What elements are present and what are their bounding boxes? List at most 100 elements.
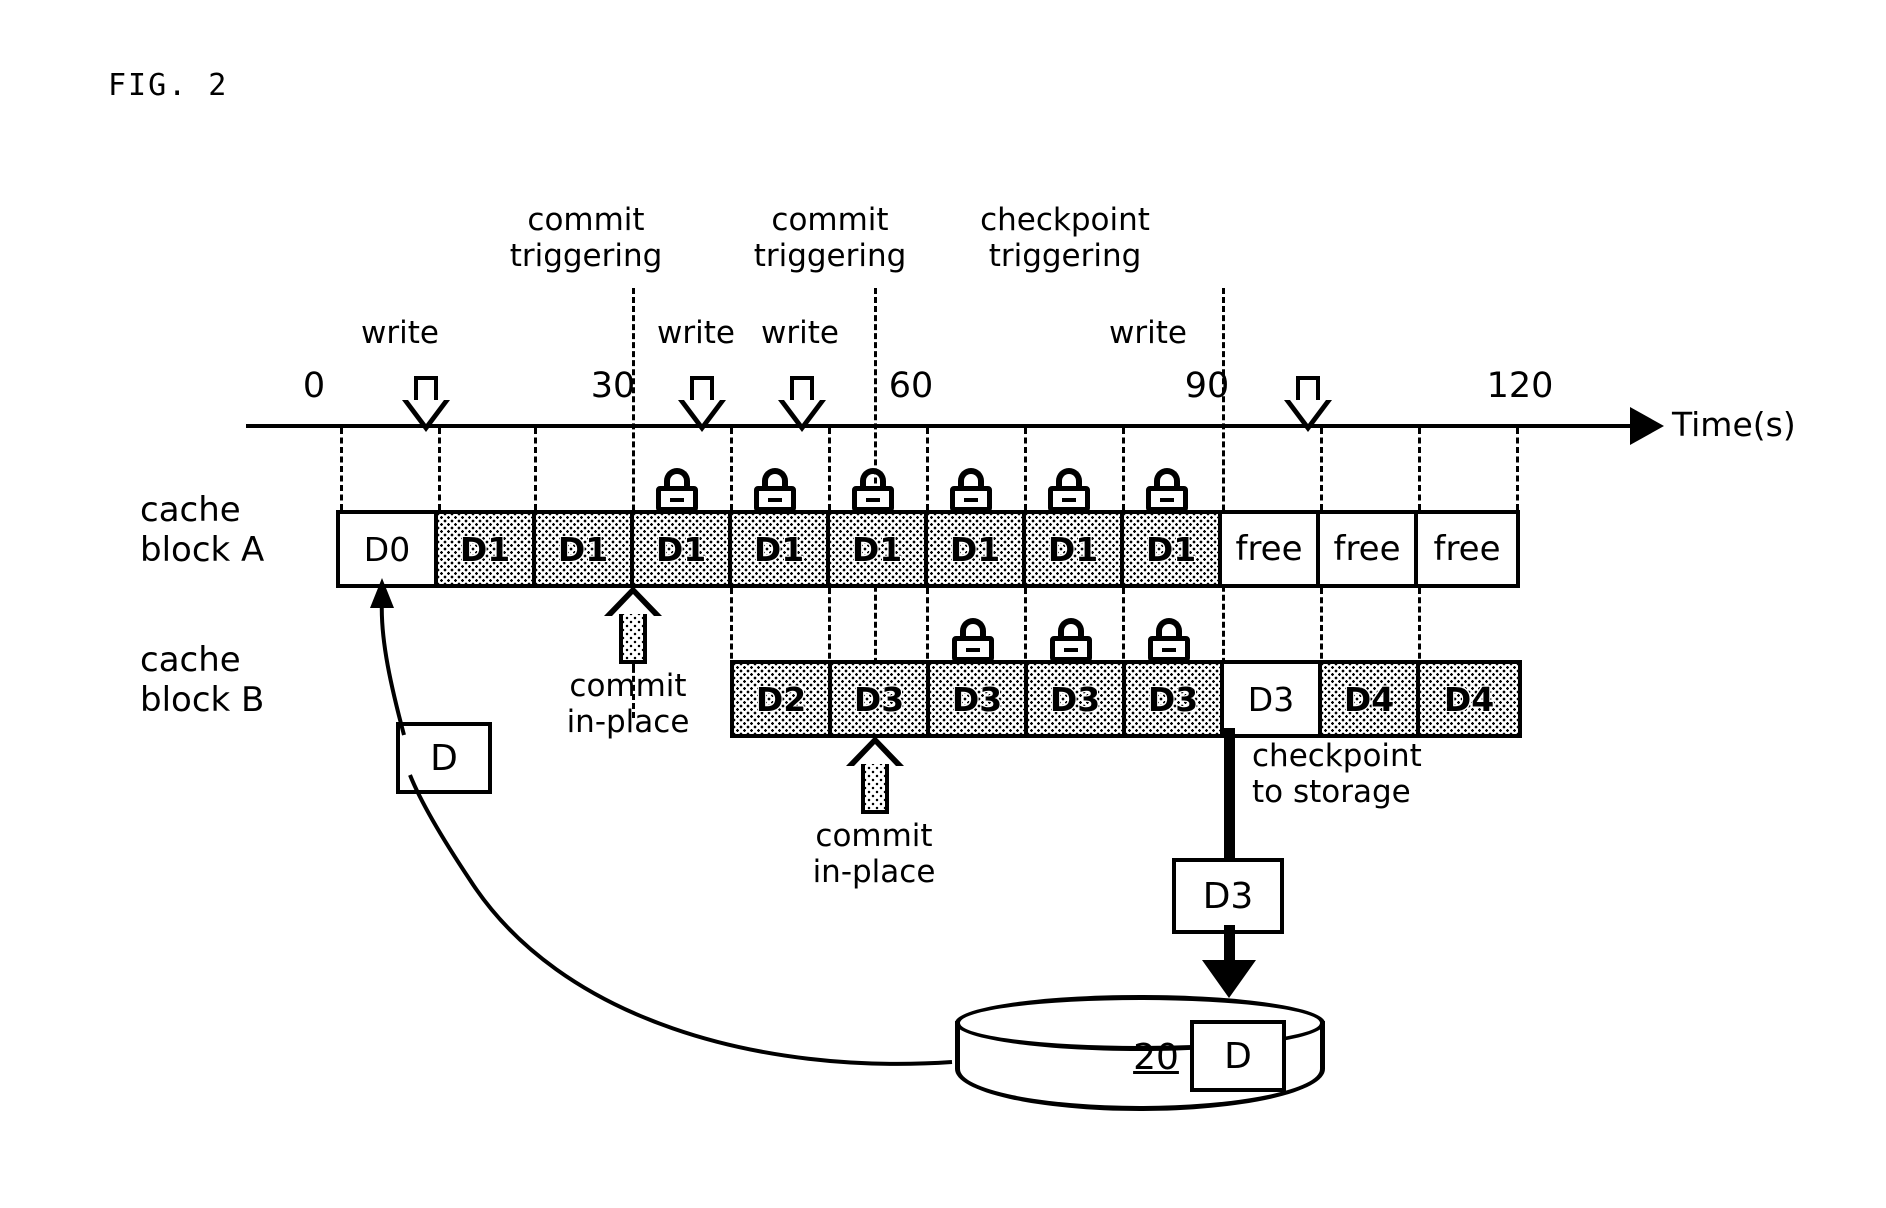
commit-in-place-arrow-icon-2 [846,736,904,814]
axis-tick-60: 60 [888,366,934,406]
guide-mid-3 [926,588,929,668]
cache-cell: free [1418,514,1516,584]
guide-tick-6 [828,428,831,510]
guide-tick-2 [438,428,441,510]
guide-tick-12 [1418,428,1421,510]
checkpoint-arrow-stem-upper [1224,728,1235,868]
lock-icon [655,468,699,512]
cache-cell-label: D0 [363,529,411,569]
axis-tick-90: 90 [1184,366,1230,406]
cache-cell-label: D3 [853,679,905,719]
figure-title: FIG. 2 [108,68,229,103]
cache-cell: D1 [438,514,536,584]
cache-cell: D1 [830,468,928,584]
write-label-3: write [761,315,839,351]
lock-icon [949,468,993,512]
cache-cell: D3 [1224,664,1322,734]
checkpoint-triggering-label: checkpoint triggering [980,202,1150,274]
cache-block-b-label: cache block B [140,640,265,720]
guide-checkpoint-trigger [1222,288,1225,718]
guide-mid-6 [1320,588,1323,668]
commit-in-place-arrow-icon-1 [604,586,662,664]
cache-cell: D1 [928,468,1026,584]
cache-cell: free [1222,514,1320,584]
write-label-4: write [1109,315,1187,351]
lock-icon [1049,618,1093,662]
guide-tick-5 [730,428,733,510]
lock-icon [1145,468,1189,512]
commit-triggering-label-2: commit triggering [753,202,907,274]
d3-transit-label: D3 [1202,875,1254,917]
write-arrow-icon-1 [402,376,450,432]
cache-cell-label: D1 [753,529,805,569]
write-arrow-icon-4 [1284,376,1332,432]
guide-tick-7 [926,428,929,510]
cache-cell: D3 [1126,618,1224,734]
guide-tick-3 [534,428,537,510]
source-d-label: D [430,737,458,779]
time-axis-caption: Time(s) [1672,405,1796,444]
cache-block-b-row: D2 D3 D3 D3 D3 D3 D4 D4 [730,618,1522,738]
cache-cell-label: D1 [459,529,511,569]
cache-cell: D3 [832,664,930,734]
guide-tick-11 [1320,428,1323,510]
write-label-1: write [361,315,439,351]
storage-d-label: D [1224,1035,1252,1077]
cache-cell-label: D1 [1047,529,1099,569]
lock-icon [1147,618,1191,662]
commit-in-place-label-1: commit in-place [566,668,690,740]
checkpoint-arrowhead-icon [1202,960,1256,998]
source-d-box: D [396,722,492,794]
lock-icon [851,468,895,512]
cache-cell: D0 [340,514,438,584]
guide-mid-2 [828,588,831,668]
cache-cell-label: free [1433,529,1501,569]
cache-cell-label: D1 [1145,529,1197,569]
cache-cell-label: D3 [951,679,1003,719]
cache-cell-label: D2 [755,679,807,719]
cache-cell: D1 [1124,468,1222,584]
commit-in-place-label-2: commit in-place [812,818,936,890]
guide-mid-4 [1024,588,1027,668]
commit-triggering-label-1: commit triggering [509,202,663,274]
write-label-2: write [657,315,735,351]
cache-block-a-row: D0 D1 D1 D1 D1 D1 D1 D1 D1 free free free [336,468,1520,588]
lock-icon [1047,468,1091,512]
cache-cell-label: D1 [949,529,1001,569]
write-arrow-icon-2 [678,376,726,432]
guide-mid-1 [730,588,733,668]
cache-cell: D1 [732,468,830,584]
lock-icon [753,468,797,512]
cache-cell-label: D1 [851,529,903,569]
d3-transit-box: D3 [1172,858,1284,934]
guide-tick-9 [1122,428,1125,510]
storage-number-label: 20 [1133,1037,1179,1078]
cache-cell: D3 [1028,618,1126,734]
write-arrow-icon-3 [778,376,826,432]
time-axis-line [246,424,1636,428]
axis-tick-30: 30 [590,366,636,406]
cache-cell-label: D4 [1443,679,1495,719]
guide-tick-8 [1024,428,1027,510]
cache-cell: D4 [1322,664,1420,734]
cache-cell-label: free [1333,529,1401,569]
axis-tick-120: 120 [1486,366,1554,406]
storage-d-box: D [1190,1020,1286,1092]
cache-cell: D4 [1420,664,1518,734]
checkpoint-to-storage-label: checkpoint to storage [1252,738,1422,810]
cache-cell-label: D3 [1147,679,1199,719]
guide-mid-7 [1418,588,1421,668]
cache-cell: D1 [536,514,634,584]
cache-cell: D1 [634,468,732,584]
d-to-cache-connector-svg [370,578,953,1066]
cache-cell-label: D1 [557,529,609,569]
cache-cell-label: free [1235,529,1303,569]
cache-cell-label: D1 [655,529,707,569]
cache-cell: D3 [930,618,1028,734]
guide-tick-13 [1516,428,1519,510]
cache-cell: D1 [1026,468,1124,584]
cache-cell: free [1320,514,1418,584]
axis-tick-0: 0 [302,366,326,406]
time-axis-arrowhead-icon [1630,407,1664,445]
lock-icon [951,618,995,662]
